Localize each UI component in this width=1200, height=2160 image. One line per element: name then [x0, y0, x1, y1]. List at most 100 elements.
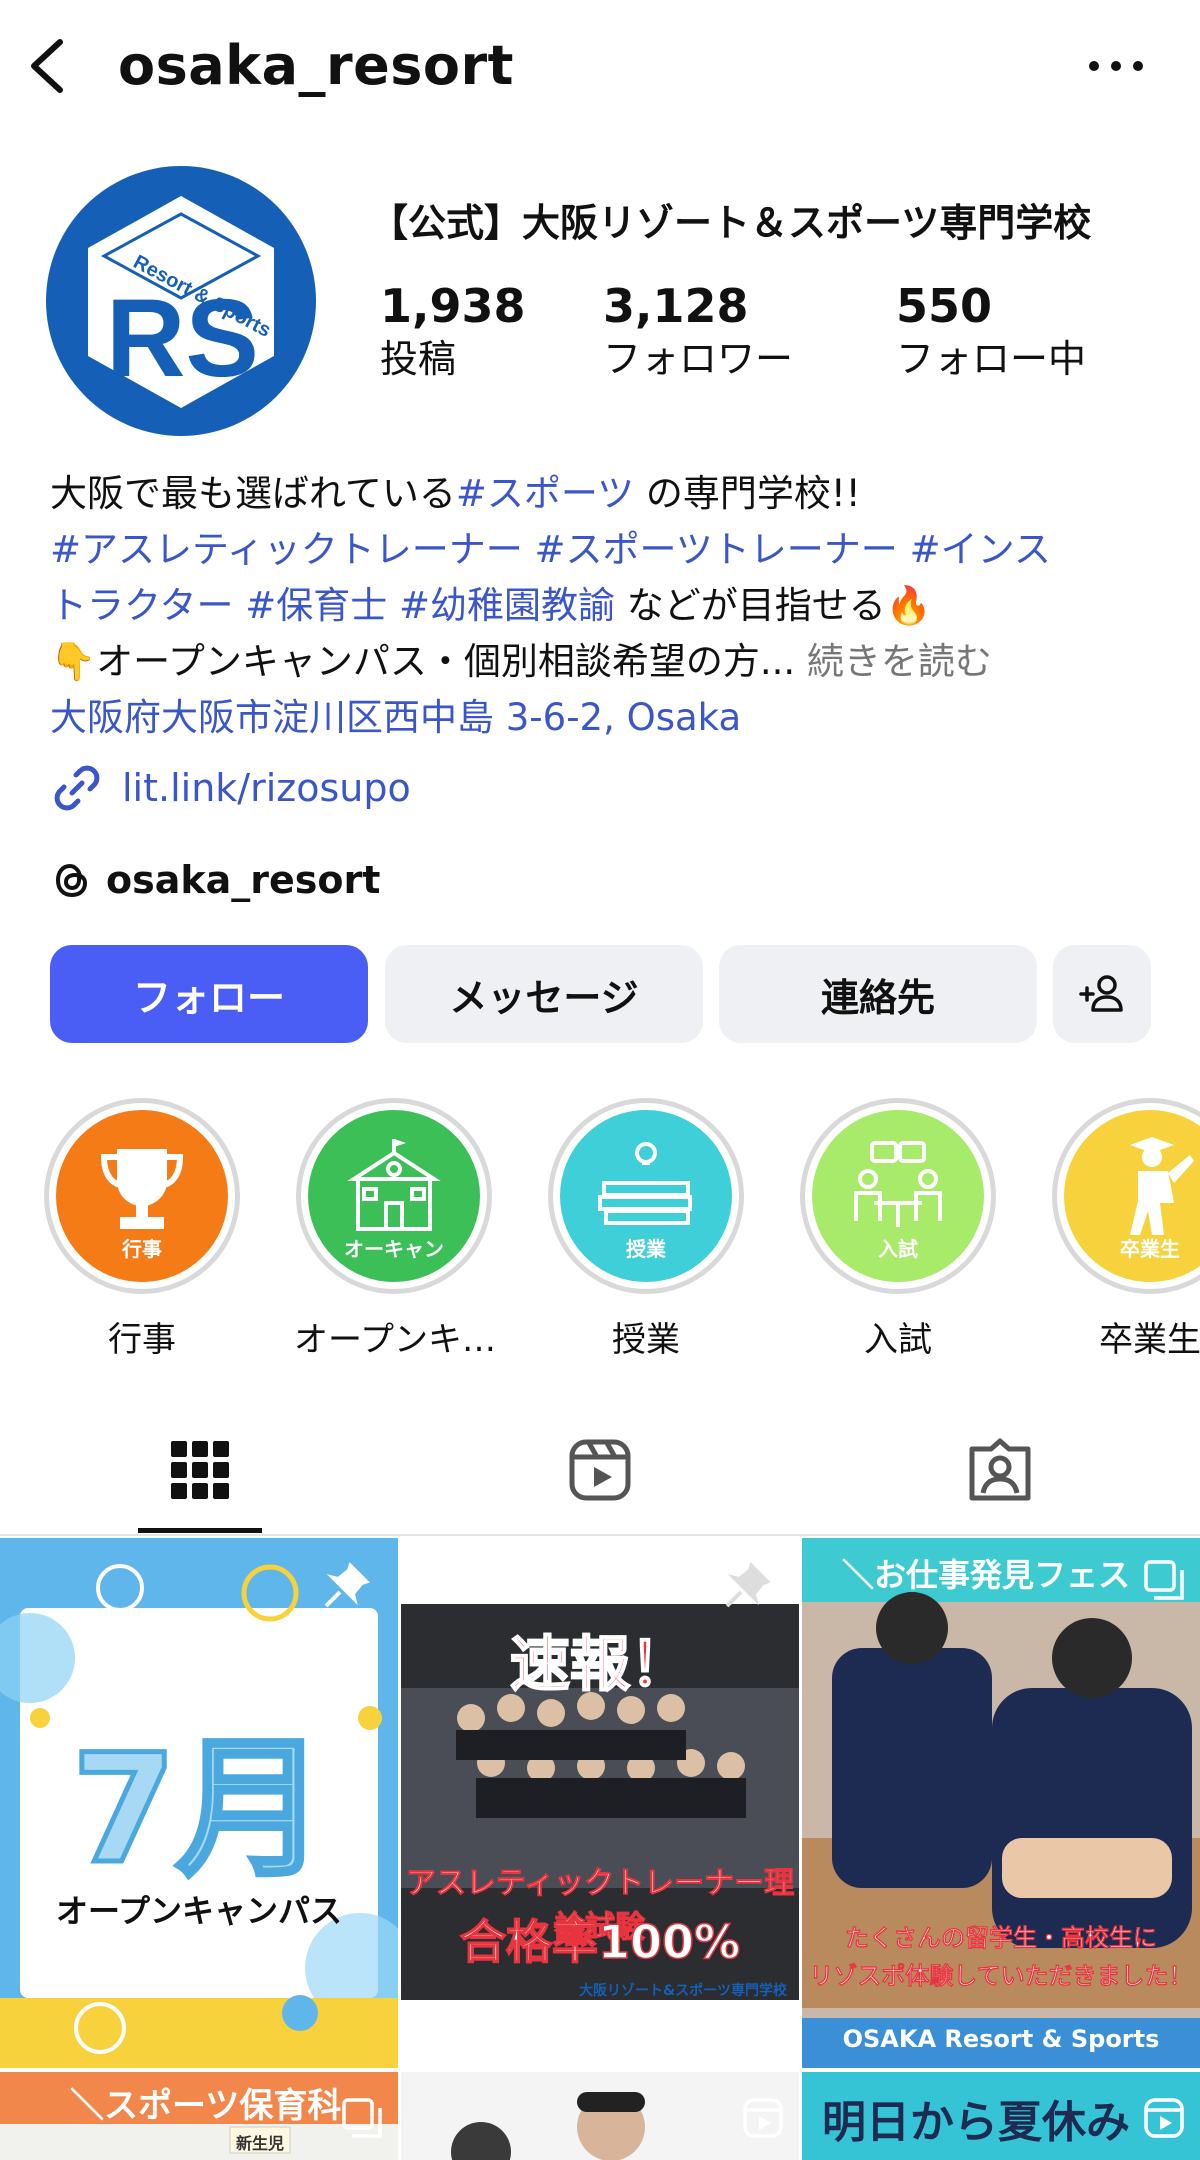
- highlight-inner-text: 行事: [122, 1237, 162, 1261]
- stat-posts: 1,938 投稿: [380, 280, 526, 384]
- bio-text: の専門学校!!: [634, 472, 861, 515]
- post-tile[interactable]: ＼スポーツ保育科 新生児: [0, 2072, 398, 2160]
- highlight-entrance-exam[interactable]: 入試 入試: [798, 1098, 998, 1361]
- threads-icon: [55, 863, 88, 898]
- avatar-letters: RS: [106, 277, 259, 400]
- active-tab-indicator: [138, 1528, 262, 1533]
- post-tag-text: 新生児: [235, 2134, 284, 2153]
- highlight-graduates[interactable]: 卒業生 卒業生: [1050, 1098, 1200, 1361]
- post-headline: 明日から夏休み: [822, 2097, 1130, 2148]
- stat-followers-value[interactable]: 3,128: [603, 280, 793, 332]
- highlight-ring[interactable]: 入試: [800, 1098, 996, 1294]
- carousel-icon: [1144, 1560, 1184, 1600]
- tab-tagged[interactable]: [900, 1428, 1100, 1512]
- post-subtitle: オープンキャンパス: [55, 1892, 343, 1930]
- back-arrow-icon[interactable]: [22, 36, 72, 96]
- reels-icon: [569, 1439, 631, 1501]
- threads-link[interactable]: osaka_resort: [50, 852, 380, 908]
- grid-icon: [171, 1441, 229, 1499]
- highlight-inner-text: オーキャン: [344, 1237, 444, 1261]
- stat-following-value[interactable]: 550: [896, 280, 1086, 332]
- post-tile[interactable]: [401, 2072, 799, 2160]
- post-headline: 7月: [69, 1721, 328, 1900]
- highlight-cover: 卒業生: [1064, 1110, 1200, 1282]
- stat-followers[interactable]: 3,128 フォロワー: [603, 280, 793, 384]
- highlight-label[interactable]: オープンキ…: [294, 1312, 496, 1361]
- stat-posts-label: 投稿: [380, 337, 457, 381]
- highlight-ring[interactable]: 行事: [44, 1098, 240, 1294]
- pin-icon: [324, 1562, 370, 1608]
- bio-text: 大阪で最も選ばれている: [50, 472, 456, 515]
- post-headline: 速報！: [509, 1629, 691, 1701]
- reel-icon: [743, 2098, 783, 2138]
- website-link[interactable]: lit.link/rizosupo: [50, 760, 411, 816]
- bio-line-1: 大阪で最も選ばれている#スポーツ の専門学校!!: [50, 466, 1170, 522]
- carousel-icon: [342, 2098, 382, 2138]
- contact-button[interactable]: 連絡先: [719, 945, 1037, 1043]
- reel-icon: [1144, 2098, 1184, 2138]
- highlight-inner-text: 卒業生: [1120, 1237, 1180, 1261]
- profile-avatar[interactable]: Resort & Sports RS: [46, 166, 316, 436]
- bio-line-4: 👇オープンキャンパス・個別相談希望の方... 続きを読む: [50, 634, 1170, 690]
- highlight-inner-text: 入試: [878, 1237, 918, 1261]
- stat-following[interactable]: 550 フォロー中: [896, 280, 1086, 384]
- stat-following-label[interactable]: フォロー中: [896, 334, 1086, 384]
- highlight-inner-text: 授業: [626, 1237, 666, 1261]
- add-person-icon: [1079, 975, 1123, 1012]
- address-link[interactable]: 大阪府大阪市淀川区西中島 3-6-2, Osaka: [50, 690, 1170, 746]
- highlight-ring[interactable]: オーキャン: [296, 1098, 492, 1294]
- post-headline: ＼お仕事発見フェス: [842, 1556, 1131, 1594]
- hashtag-link[interactable]: #スポーツ: [456, 472, 634, 515]
- post-tile[interactable]: 速報！ アスレティックトレーナー理論試験 合格率100% 大阪リゾート&スポーツ…: [401, 1538, 799, 2068]
- post-caption-2: リゾスポ体験していただきました！: [809, 1962, 1193, 1991]
- post-subtitle-2: 合格率100%: [459, 1914, 741, 1970]
- message-button[interactable]: メッセージ: [385, 945, 703, 1043]
- tabs-divider: [0, 1534, 1200, 1536]
- suggest-people-button[interactable]: [1053, 945, 1151, 1043]
- highlight-label[interactable]: 行事: [42, 1312, 242, 1361]
- read-more-link[interactable]: 続きを読む: [795, 640, 992, 683]
- highlight-cover: オーキャン: [308, 1110, 480, 1282]
- post-footer: 大阪リゾート&スポーツ専門学校: [579, 1983, 787, 1999]
- pointing-down-emoji-icon: 👇: [50, 640, 97, 683]
- bio-line-3: トラクター #保育士 #幼稚園教諭 などが目指せる🔥: [50, 578, 1170, 634]
- hashtag-link[interactable]: トラクター #保育士 #幼稚園教諭: [50, 584, 615, 627]
- highlight-label[interactable]: 入試: [798, 1312, 998, 1361]
- stat-posts-value: 1,938: [380, 279, 526, 333]
- bio-text: などが目指せる: [615, 584, 886, 627]
- display-name: 【公式】大阪リゾート＆スポーツ専門学校: [370, 201, 1092, 245]
- tab-reels[interactable]: [500, 1428, 700, 1512]
- bio-text: オープンキャンパス・個別相談希望の方...: [96, 640, 796, 683]
- highlight-classes[interactable]: 授業 授業: [546, 1098, 746, 1361]
- stat-followers-label[interactable]: フォロワー: [603, 334, 793, 384]
- link-icon: [54, 765, 100, 811]
- pin-icon: [725, 1562, 771, 1608]
- post-image: [401, 2072, 799, 2160]
- highlight-ring[interactable]: 卒業生: [1052, 1098, 1200, 1294]
- bio-line-2[interactable]: #アスレティックトレーナー #スポーツトレーナー #インス: [50, 522, 1170, 578]
- highlight-cover: 行事: [56, 1110, 228, 1282]
- fire-emoji-icon: 🔥: [885, 584, 932, 627]
- header-username: osaka_resort: [118, 34, 514, 97]
- highlight-cover: 授業: [560, 1110, 732, 1282]
- highlight-label[interactable]: 授業: [546, 1312, 746, 1361]
- post-headline: ＼スポーツ保育科: [70, 2086, 342, 2126]
- post-footer: OSAKA Resort & Sports: [842, 2025, 1160, 2053]
- threads-handle[interactable]: osaka_resort: [106, 858, 380, 902]
- profile-header: osaka_resort: [0, 0, 1200, 130]
- website-link-text[interactable]: lit.link/rizosupo: [122, 766, 411, 810]
- highlight-ring[interactable]: 授業: [548, 1098, 744, 1294]
- highlight-open-campus[interactable]: オーキャン オープンキ…: [294, 1098, 496, 1361]
- post-caption-1: たくさんの留学生・高校生に: [845, 1924, 1158, 1953]
- tab-grid[interactable]: [100, 1428, 300, 1512]
- post-tile[interactable]: 明日から夏休み: [802, 2072, 1200, 2160]
- profile-bio: 大阪で最も選ばれている#スポーツ の専門学校!! #アスレティックトレーナー #…: [50, 466, 1170, 746]
- more-options-icon[interactable]: [1086, 58, 1146, 74]
- post-tile[interactable]: 7月 オープンキャンパス: [0, 1538, 398, 2068]
- highlight-events[interactable]: 行事 行事: [42, 1098, 242, 1361]
- post-tile[interactable]: ＼お仕事発見フェス たくさんの留学生・高校生に リゾスポ体験していただきました！…: [802, 1538, 1200, 2068]
- tagged-person-icon: [969, 1438, 1031, 1501]
- highlight-label[interactable]: 卒業生: [1050, 1312, 1200, 1361]
- follow-button[interactable]: フォロー: [50, 945, 368, 1043]
- highlight-cover: 入試: [812, 1110, 984, 1282]
